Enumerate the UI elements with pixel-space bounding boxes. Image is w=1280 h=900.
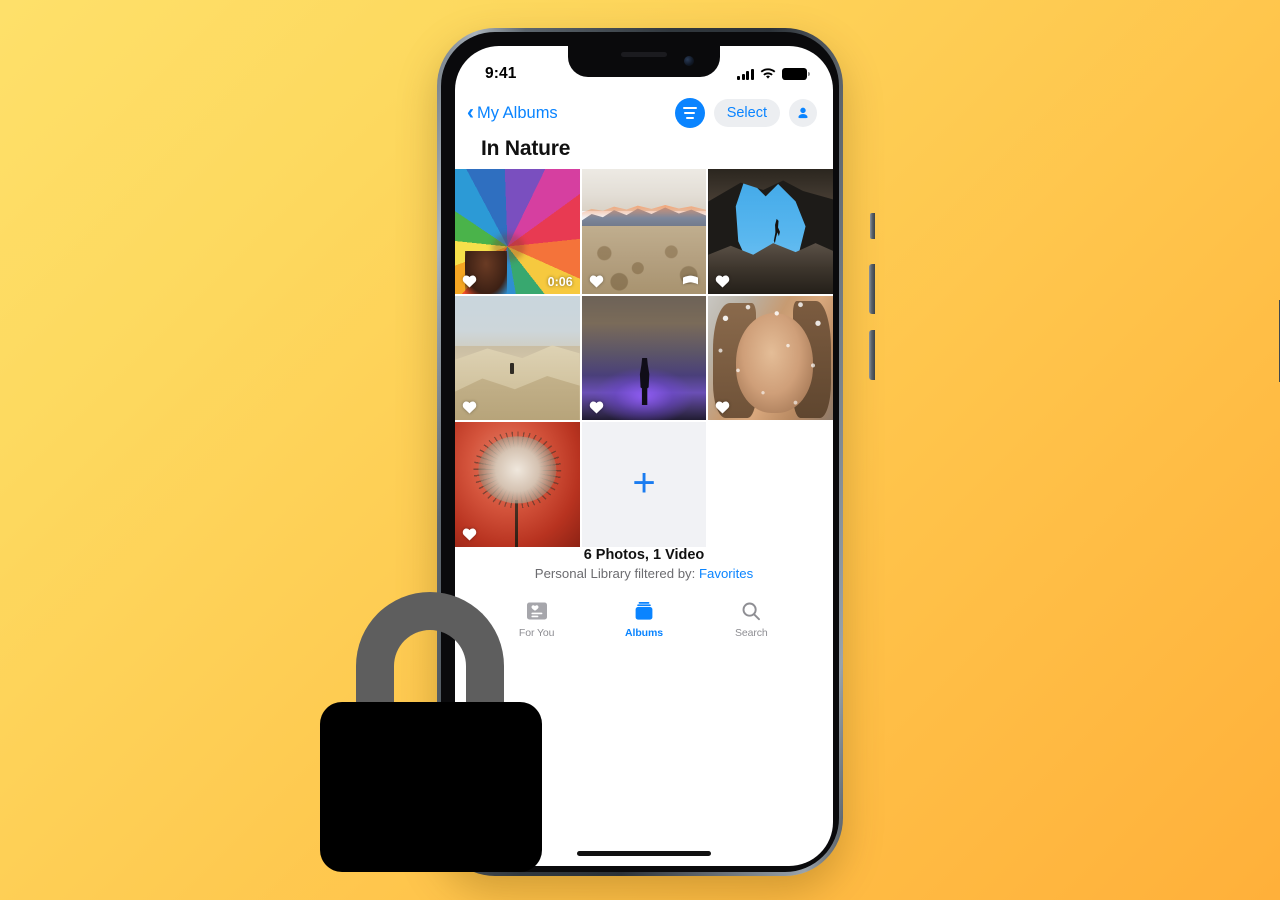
chevron-left-icon: ‹ xyxy=(467,100,474,124)
cellular-bars-icon xyxy=(737,68,754,80)
tab-search[interactable]: Search xyxy=(716,599,786,639)
favorite-heart-icon xyxy=(716,275,730,288)
photo-portrait-water[interactable] xyxy=(708,295,833,421)
select-button[interactable]: Select xyxy=(713,99,780,127)
favorite-heart-icon xyxy=(716,401,730,414)
favorite-heart-icon xyxy=(589,275,603,288)
tab-label: Search xyxy=(734,627,768,640)
photo-rainbow-parachute[interactable]: 0:06 xyxy=(455,169,580,294)
person-icon xyxy=(798,107,808,119)
photo-sand-dune[interactable] xyxy=(455,295,580,421)
favorite-heart-icon xyxy=(589,401,603,414)
albums-stack-icon xyxy=(635,602,653,620)
albums-stack-icon xyxy=(633,599,655,623)
search-icon xyxy=(740,599,762,623)
photo-cave-climber[interactable] xyxy=(708,169,833,294)
screenshot-stage: 9:41 ‹ My Albums Select In Nature 0:06 +… xyxy=(0,0,1280,900)
tab-label: Albums xyxy=(625,627,663,640)
favorite-heart-icon xyxy=(462,275,477,288)
earpiece-speaker xyxy=(621,52,667,57)
wifi-icon xyxy=(760,68,776,79)
album-item-count: 6 Photos, 1 Video xyxy=(583,547,705,564)
home-indicator[interactable] xyxy=(577,851,711,856)
panorama-icon xyxy=(683,275,699,285)
photo-purple-silhouette[interactable] xyxy=(581,295,707,421)
grid-empty-slot xyxy=(708,422,833,547)
status-time: 9:41 xyxy=(485,65,517,82)
volume-down-button[interactable] xyxy=(869,330,875,380)
battery-icon xyxy=(782,68,811,80)
add-photos-button[interactable]: + xyxy=(581,422,707,548)
padlock-body xyxy=(320,702,542,872)
search-icon xyxy=(742,602,761,621)
back-label: My Albums xyxy=(477,103,558,122)
front-camera-icon xyxy=(684,56,694,66)
photo-dandelion-red[interactable] xyxy=(455,422,580,548)
video-duration: 0:06 xyxy=(547,274,573,289)
status-indicators xyxy=(737,68,811,80)
account-button[interactable] xyxy=(789,99,817,127)
padlock-icon xyxy=(320,592,542,872)
back-to-my-albums-button[interactable]: ‹ My Albums xyxy=(467,100,558,124)
volume-up-button[interactable] xyxy=(869,264,875,314)
album-filter-link[interactable]: Favorites xyxy=(699,566,753,581)
photo-desert-mountains[interactable] xyxy=(581,169,707,294)
album-footer: 6 Photos, 1 Video Personal Library filte… xyxy=(455,547,833,591)
navigation-bar: ‹ My Albums Select xyxy=(455,92,833,132)
nav-actions: Select xyxy=(674,98,817,128)
tab-albums[interactable]: Albums xyxy=(609,599,679,639)
album-filter-note: Personal Library filtered by: Favorites xyxy=(465,566,823,581)
plus-icon: + xyxy=(632,460,656,505)
photo-grid: 0:06 + xyxy=(455,169,833,548)
filter-icon[interactable] xyxy=(674,98,705,128)
page-title: In Nature xyxy=(481,137,571,160)
notch xyxy=(568,46,720,77)
favorite-heart-icon xyxy=(462,528,477,541)
favorite-heart-icon xyxy=(462,401,477,414)
silence-switch[interactable] xyxy=(870,213,875,239)
album-filter-prefix: Personal Library filtered by: xyxy=(534,566,699,582)
